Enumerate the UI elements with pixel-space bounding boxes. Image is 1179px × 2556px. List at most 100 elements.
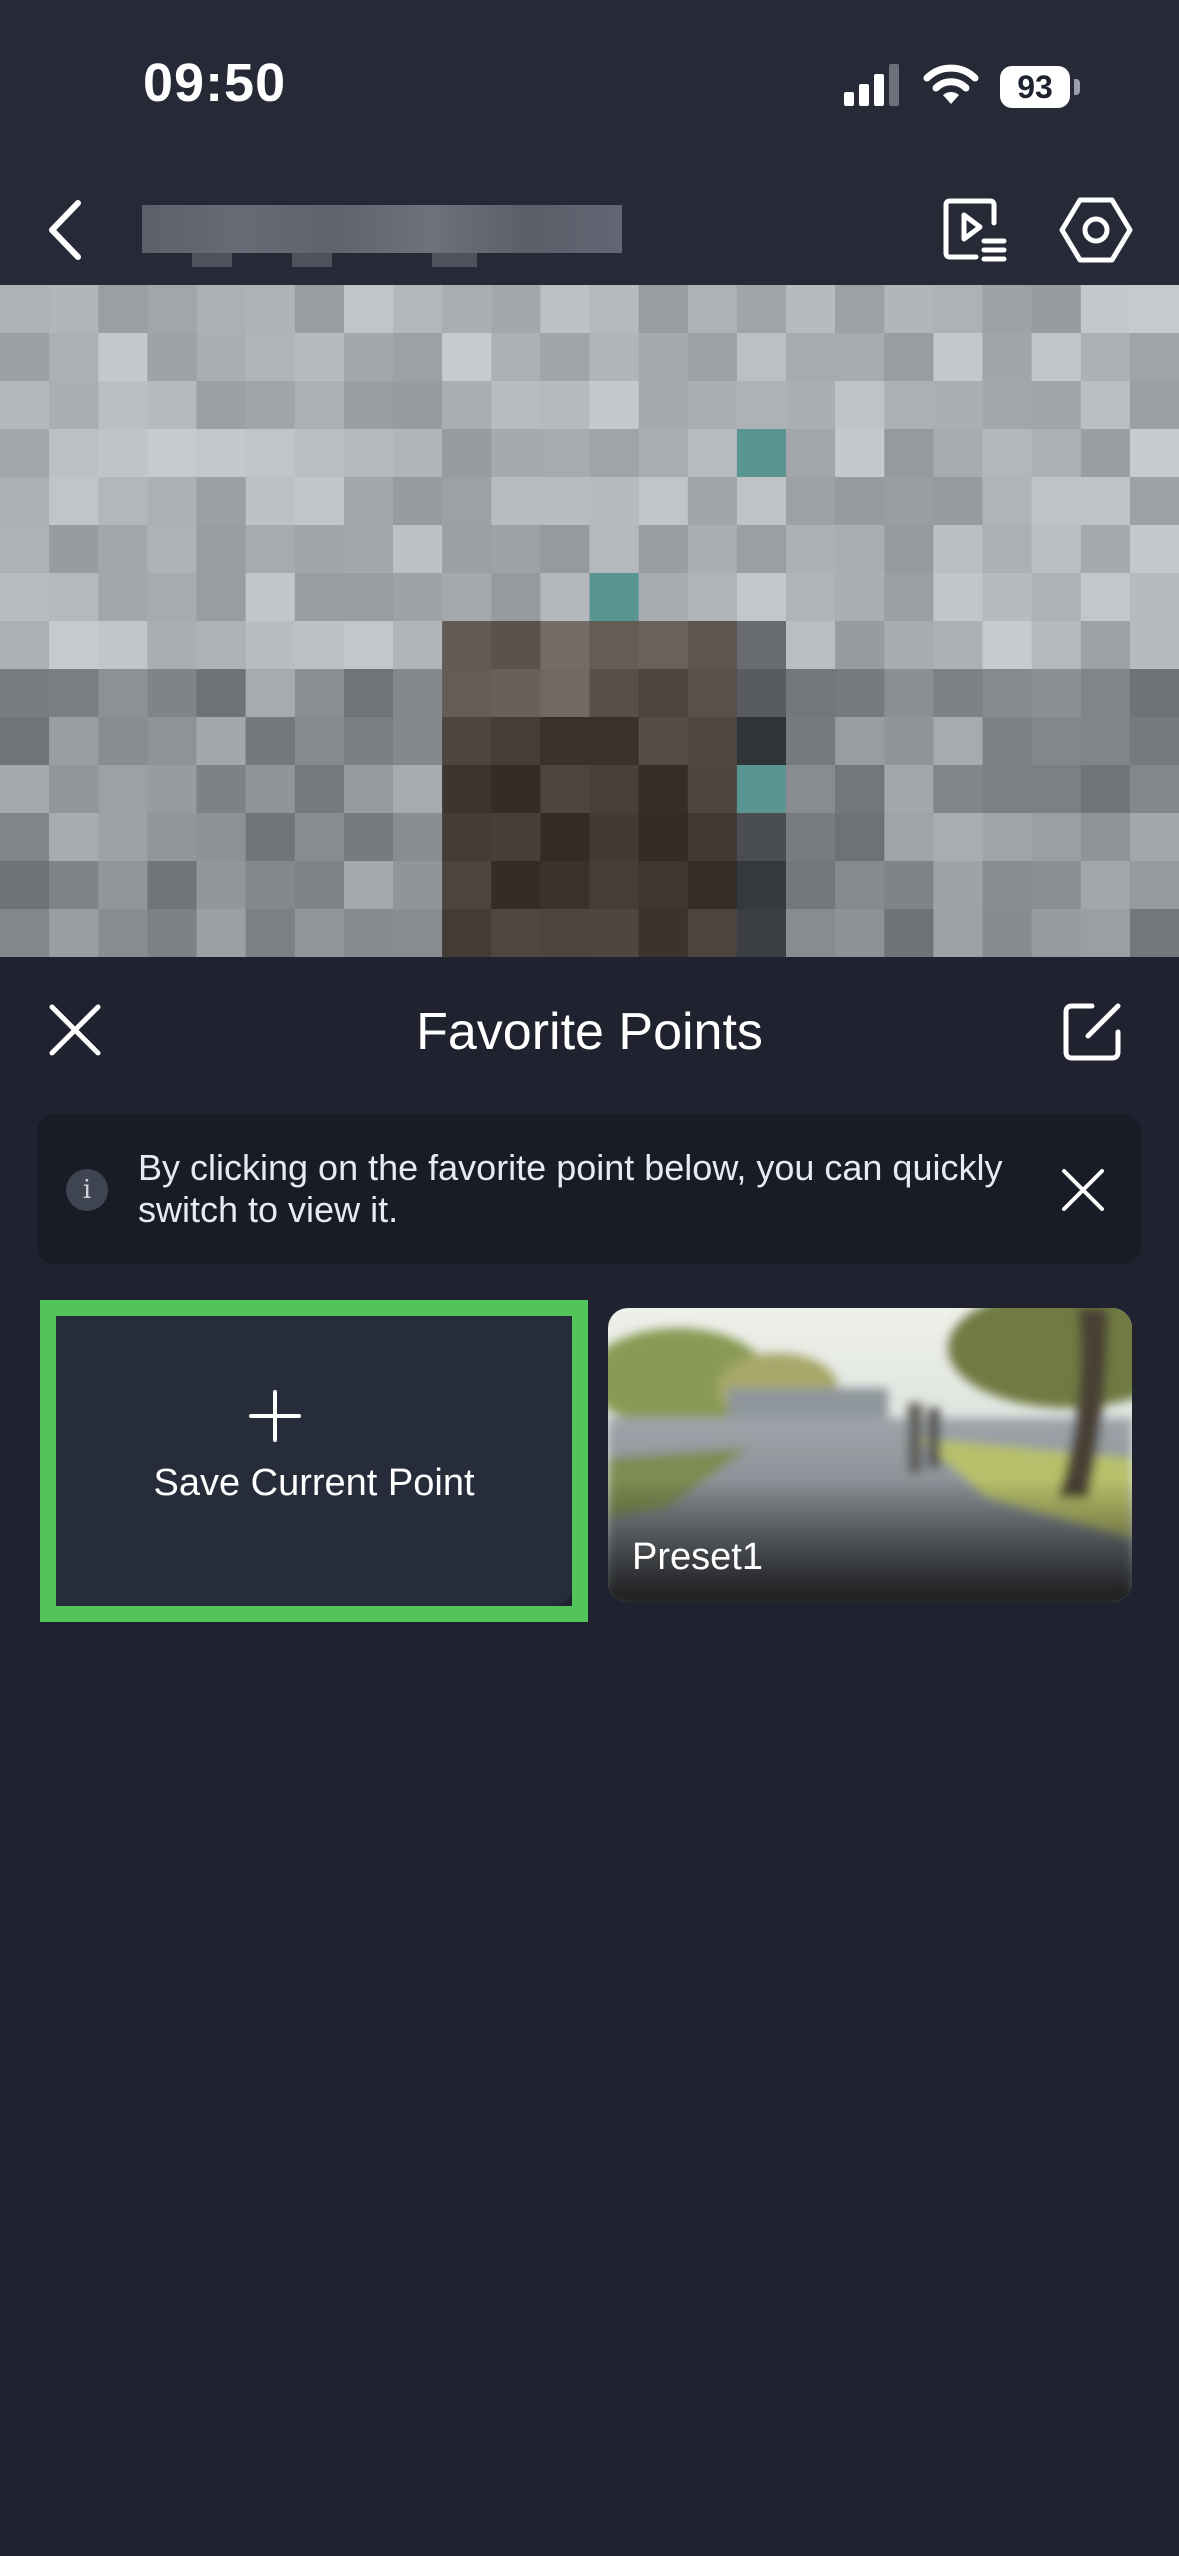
video-pixel xyxy=(1031,813,1082,862)
video-pixel xyxy=(736,909,787,957)
video-pixel xyxy=(638,717,689,766)
video-pixel xyxy=(1080,909,1131,957)
video-pixel xyxy=(49,621,100,670)
video-pixel xyxy=(835,381,886,430)
video-pixel xyxy=(491,813,542,862)
video-pixel xyxy=(343,573,394,622)
video-pixel xyxy=(540,669,591,718)
video-pixel xyxy=(540,861,591,910)
video-pixel xyxy=(245,477,296,526)
video-pixel xyxy=(98,861,149,910)
video-pixel xyxy=(98,765,149,814)
video-pixel xyxy=(687,765,738,814)
video-pixel xyxy=(638,381,689,430)
video-pixel xyxy=(98,429,149,478)
video-pixel xyxy=(245,765,296,814)
video-pixel xyxy=(343,717,394,766)
banner-close-icon[interactable] xyxy=(1058,1165,1108,1215)
video-pixel xyxy=(982,909,1033,957)
video-pixel xyxy=(589,285,640,334)
video-pixel xyxy=(736,285,787,334)
video-pixel xyxy=(1031,285,1082,334)
video-pixel xyxy=(147,765,198,814)
video-pixel xyxy=(638,285,689,334)
video-pixel xyxy=(245,525,296,574)
video-pixel xyxy=(687,669,738,718)
video-pixel xyxy=(343,429,394,478)
save-current-point-button[interactable] xyxy=(40,1300,588,1622)
video-pixel xyxy=(343,285,394,334)
video-pixel xyxy=(589,525,640,574)
video-pixel xyxy=(442,717,493,766)
video-pixel xyxy=(49,813,100,862)
video-pixel xyxy=(835,909,886,957)
video-pixel xyxy=(884,477,935,526)
video-pixel xyxy=(638,669,689,718)
battery-indicator: 93 xyxy=(1000,66,1070,108)
device-name-redacted xyxy=(142,205,622,267)
video-pixel xyxy=(933,909,984,957)
live-video-view[interactable] xyxy=(0,285,1179,957)
video-pixel xyxy=(1129,525,1179,574)
video-pixel xyxy=(687,381,738,430)
video-pixel xyxy=(687,333,738,382)
edit-icon[interactable] xyxy=(1062,1000,1124,1062)
video-pixel xyxy=(343,621,394,670)
video-pixel xyxy=(147,525,198,574)
video-pixel xyxy=(540,621,591,670)
video-pixel xyxy=(1129,717,1179,766)
video-pixel xyxy=(1031,381,1082,430)
video-pixel xyxy=(786,573,837,622)
video-pixel xyxy=(1080,429,1131,478)
video-pixel xyxy=(0,477,51,526)
video-pixel xyxy=(147,717,198,766)
video-pixel xyxy=(49,525,100,574)
video-pixel xyxy=(933,477,984,526)
video-pixel xyxy=(638,429,689,478)
video-pixel xyxy=(0,717,51,766)
video-pixel xyxy=(196,429,247,478)
video-pixel xyxy=(393,429,444,478)
video-pixel xyxy=(49,573,100,622)
chevron-left-icon[interactable] xyxy=(40,195,100,265)
info-icon: i xyxy=(66,1169,108,1211)
video-pixel xyxy=(196,285,247,334)
video-pixel xyxy=(491,909,542,957)
video-pixel xyxy=(442,333,493,382)
video-pixel xyxy=(0,573,51,622)
video-pixel xyxy=(1031,621,1082,670)
video-pixel xyxy=(884,909,935,957)
video-pixel xyxy=(1129,669,1179,718)
video-pixel xyxy=(147,477,198,526)
video-pixel xyxy=(540,909,591,957)
video-pixel xyxy=(786,813,837,862)
video-pixel xyxy=(884,285,935,334)
video-pixel xyxy=(1129,861,1179,910)
plus-icon xyxy=(249,1390,301,1442)
gear-hexagon-icon[interactable] xyxy=(1058,192,1134,268)
video-pixel xyxy=(49,717,100,766)
video-pixel xyxy=(147,381,198,430)
video-pixel xyxy=(736,765,787,814)
video-pixel xyxy=(442,909,493,957)
video-pixel xyxy=(343,909,394,957)
video-pixel xyxy=(442,381,493,430)
video-pixel xyxy=(49,333,100,382)
video-pixel xyxy=(540,333,591,382)
video-pixel xyxy=(884,573,935,622)
playback-list-icon[interactable] xyxy=(940,195,1010,265)
video-pixel xyxy=(687,717,738,766)
video-pixel xyxy=(933,669,984,718)
video-pixel xyxy=(294,909,345,957)
video-pixel xyxy=(98,525,149,574)
video-pixel xyxy=(1080,669,1131,718)
video-pixel xyxy=(933,333,984,382)
video-pixel xyxy=(540,477,591,526)
video-pixel xyxy=(393,573,444,622)
video-pixel xyxy=(491,477,542,526)
video-pixel xyxy=(1031,765,1082,814)
video-pixel xyxy=(638,813,689,862)
video-pixel xyxy=(196,717,247,766)
video-pixel xyxy=(147,333,198,382)
video-pixel xyxy=(0,621,51,670)
